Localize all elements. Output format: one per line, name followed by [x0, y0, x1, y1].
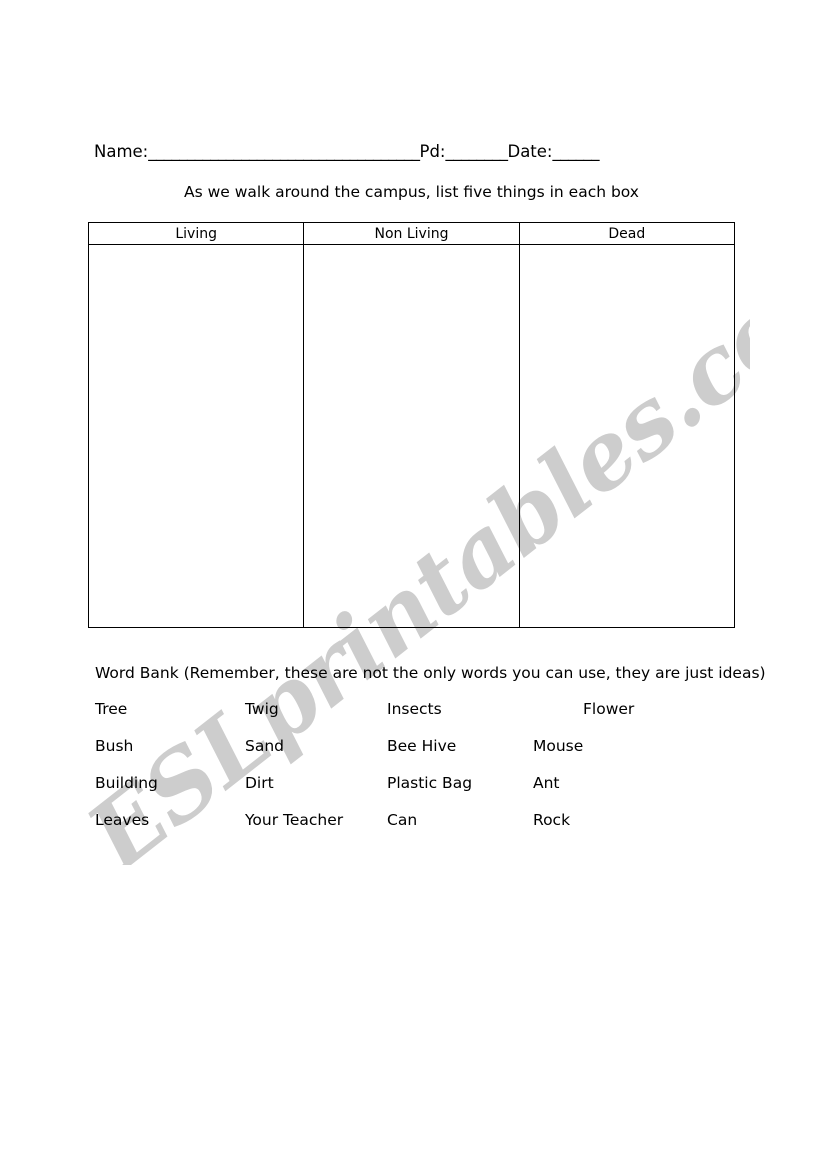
date-label: Date: — [507, 142, 553, 161]
instruction-text: As we walk around the campus, list five … — [184, 183, 639, 201]
period-label: Pd: — [419, 142, 446, 161]
word-bank-item: Leaves — [95, 811, 150, 829]
word-bank-grid: Tree Twig Insects Flower Bush Sand Bee H… — [95, 700, 735, 848]
word-bank-item: Dirt — [245, 774, 274, 792]
answer-area-dead[interactable] — [520, 245, 734, 627]
name-blank[interactable]: ___________________________________ — [148, 142, 420, 161]
worksheet-content: Name:___________________________________… — [0, 0, 821, 1169]
word-bank-item: Bee Hive — [387, 737, 457, 755]
classification-table: Living Non Living Dead — [88, 222, 735, 628]
word-bank-row: Leaves Your Teacher Can Rock — [95, 811, 735, 848]
column-header-dead: Dead — [608, 225, 646, 242]
name-label: Name: — [94, 142, 149, 161]
word-bank-item: Your Teacher — [245, 811, 344, 829]
word-bank-item: Sand — [245, 737, 284, 755]
word-bank-item: Tree — [95, 700, 128, 718]
word-bank-item: Plastic Bag — [387, 774, 473, 792]
word-bank-row: Building Dirt Plastic Bag Ant — [95, 774, 735, 811]
table-body-row — [89, 245, 734, 627]
worksheet-page: ESLprintables.com Name:_________________… — [0, 0, 821, 1169]
word-bank-title: Word Bank (Remember, these are not the o… — [95, 664, 766, 682]
answer-area-non-living[interactable] — [304, 245, 520, 627]
word-bank-item: Can — [387, 811, 418, 829]
word-bank-item: Flower — [583, 700, 635, 718]
table-header-row: Living Non Living Dead — [89, 223, 734, 245]
word-bank-item: Twig — [245, 700, 279, 718]
word-bank-row: Bush Sand Bee Hive Mouse — [95, 737, 735, 774]
word-bank-item: Mouse — [533, 737, 584, 755]
word-bank-row: Tree Twig Insects Flower — [95, 700, 735, 737]
period-blank[interactable]: ________ — [445, 142, 508, 161]
word-bank-item: Rock — [533, 811, 571, 829]
word-bank-item: Bush — [95, 737, 134, 755]
answer-area-living[interactable] — [89, 245, 305, 627]
student-info-line: Name:___________________________________… — [94, 142, 714, 161]
column-header-living: Living — [89, 223, 305, 244]
word-bank-item: Building — [95, 774, 158, 792]
word-bank-item: Ant — [533, 774, 560, 792]
date-blank[interactable]: ______ — [552, 142, 599, 161]
word-bank-item: Insects — [387, 700, 442, 718]
column-header-non-living: Non Living — [304, 223, 520, 244]
